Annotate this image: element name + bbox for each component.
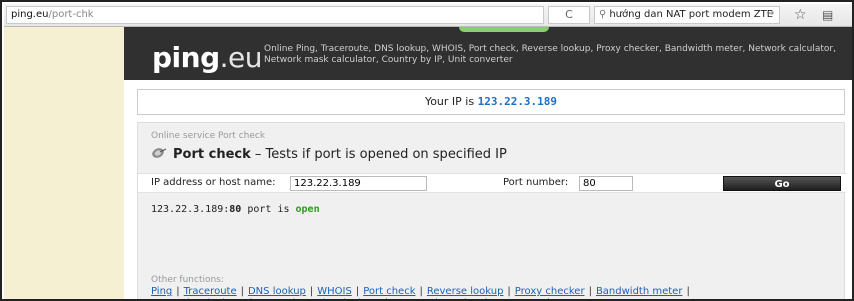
link-separator: | bbox=[507, 286, 511, 297]
port-check-panel: Online service Port check Port check – T… bbox=[137, 122, 846, 299]
url-path: /port-chk bbox=[48, 9, 94, 20]
logo-bold: ping bbox=[152, 41, 220, 74]
header-tab-marker bbox=[459, 27, 549, 32]
ip-prefix: Your IP is bbox=[424, 95, 478, 108]
url-host: ping.eu bbox=[11, 9, 49, 20]
reload-button[interactable]: C bbox=[548, 6, 590, 24]
link-separator: | bbox=[176, 286, 180, 297]
link-separator: | bbox=[686, 286, 690, 297]
bookmark-star-icon[interactable]: ☆ bbox=[794, 7, 807, 23]
result-port: 80 bbox=[229, 204, 242, 215]
status-badge: open bbox=[295, 204, 320, 215]
function-link[interactable]: Bandwidth meter bbox=[596, 286, 683, 297]
result-middle: port is bbox=[241, 204, 296, 215]
port-label: Port number: bbox=[503, 177, 569, 188]
function-link[interactable]: Ping bbox=[151, 286, 172, 297]
your-ip-bar: Your IP is 123.22.3.189 bbox=[137, 89, 845, 115]
satellite-dish-icon bbox=[152, 148, 167, 158]
function-link[interactable]: WHOIS bbox=[317, 286, 352, 297]
header-description: Online Ping, Traceroute, DNS lookup, WHO… bbox=[264, 44, 836, 65]
search-text: hướng dan NAT port modem ZTE bbox=[609, 9, 774, 20]
result-host: 123.22.3.189: bbox=[151, 204, 230, 215]
browser-window: ping.eu/port-chk C ⚲ hướng dan NAT port m… bbox=[0, 0, 854, 301]
service-caption: Online service Port check bbox=[151, 131, 266, 141]
port-input[interactable] bbox=[579, 176, 633, 191]
search-input[interactable]: ⚲ hướng dan NAT port modem ZTE bbox=[594, 6, 780, 24]
other-functions: Other functions: Ping | Traceroute | DNS loo… bbox=[151, 274, 841, 299]
title-description: – Tests if port is opened on specified I… bbox=[250, 147, 507, 162]
function-link[interactable]: Port check bbox=[363, 286, 415, 297]
function-link[interactable]: Traceroute bbox=[184, 286, 237, 297]
port-check-form: IP address or host name: Port number: Go bbox=[138, 173, 846, 193]
link-separator: | bbox=[240, 286, 244, 297]
left-sidebar bbox=[4, 27, 124, 299]
page-title: Port check – Tests if port is opened on … bbox=[151, 147, 507, 162]
go-button[interactable]: Go bbox=[723, 176, 841, 191]
function-links: Ping | Traceroute | DNS lookup | WHOIS | Port ch… bbox=[151, 286, 841, 299]
logo-domain: .eu bbox=[219, 41, 263, 74]
title-name: Port check bbox=[173, 147, 251, 162]
search-go-arrow-icon[interactable]: → bbox=[766, 8, 774, 19]
link-separator: | bbox=[419, 286, 423, 297]
your-ip-value: 123.22.3.189 bbox=[477, 95, 558, 108]
magnifier-icon: ⚲ bbox=[599, 9, 607, 20]
host-label: IP address or host name: bbox=[151, 177, 276, 188]
site-logo[interactable]: ping.eu bbox=[152, 41, 263, 74]
browser-toolbar: ping.eu/port-chk C ⚲ hướng dan NAT port m… bbox=[4, 4, 852, 27]
link-separator: | bbox=[309, 286, 314, 297]
check-result: 123.22.3.189:80 port is open bbox=[151, 204, 320, 215]
link-separator: | bbox=[355, 286, 360, 297]
function-link[interactable]: Reverse lookup bbox=[427, 286, 504, 297]
other-functions-label: Other functions: bbox=[151, 275, 224, 285]
function-link[interactable]: Proxy checker bbox=[515, 286, 585, 297]
link-separator: | bbox=[588, 286, 592, 297]
page-content: ping.eu Online Ping, Traceroute, DNS loo… bbox=[124, 27, 852, 299]
address-bar[interactable]: ping.eu/port-chk bbox=[6, 6, 544, 24]
reload-icon: C bbox=[565, 8, 573, 21]
library-icon[interactable]: ▤ bbox=[822, 8, 833, 22]
function-link[interactable]: DNS lookup bbox=[248, 286, 306, 297]
site-header: ping.eu Online Ping, Traceroute, DNS loo… bbox=[124, 27, 852, 80]
host-input[interactable] bbox=[290, 176, 427, 191]
